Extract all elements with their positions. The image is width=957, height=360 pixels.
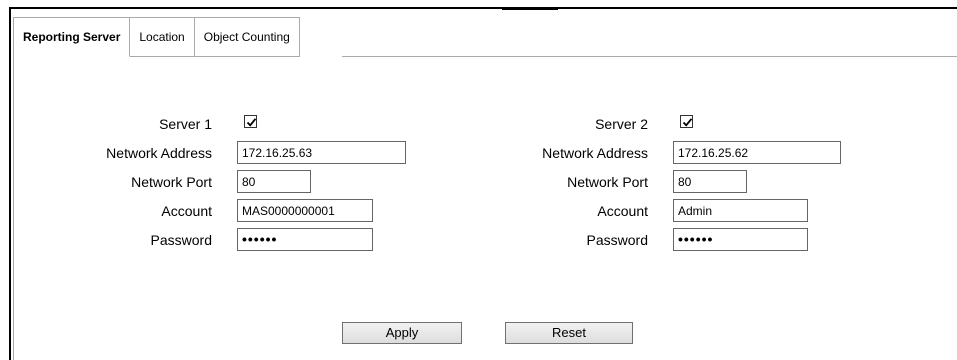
checkmark-icon	[682, 118, 693, 127]
tab-baseline	[342, 56, 957, 57]
server2-account-field[interactable]	[673, 199, 808, 222]
server2-password-field[interactable]: ••••••	[673, 228, 808, 251]
server1-port-field[interactable]	[237, 170, 311, 193]
server2-enable-checkbox[interactable]	[680, 115, 693, 128]
panel-left-border	[13, 56, 14, 360]
server1-password-field[interactable]: ••••••	[237, 228, 373, 251]
window-top-handle	[502, 7, 558, 10]
tab-bar: Reporting Server Location Object Countin…	[13, 17, 300, 58]
server2-address-field[interactable]	[673, 141, 841, 164]
server1-address-field[interactable]	[237, 141, 406, 164]
server2-port-label: Network Port	[567, 174, 648, 190]
apply-button[interactable]: Apply	[342, 322, 462, 344]
server1-port-label: Network Port	[131, 174, 212, 190]
server1-address-label: Network Address	[106, 145, 212, 161]
server1-account-field[interactable]	[237, 199, 373, 222]
checkmark-icon	[246, 118, 257, 127]
reset-button[interactable]: Reset	[505, 322, 633, 344]
server2-label: Server 2	[595, 116, 648, 132]
tab-location[interactable]: Location	[130, 18, 195, 57]
server1-label: Server 1	[159, 116, 212, 132]
server2-account-label: Account	[597, 203, 648, 219]
server2-port-field[interactable]	[673, 170, 747, 193]
server1-password-label: Password	[150, 232, 212, 248]
server1-enable-checkbox[interactable]	[244, 115, 257, 128]
server1-account-label: Account	[161, 203, 212, 219]
server2-address-label: Network Address	[542, 145, 648, 161]
tab-object-counting[interactable]: Object Counting	[194, 18, 300, 57]
tab-reporting-server[interactable]: Reporting Server	[13, 18, 131, 57]
server2-password-label: Password	[586, 232, 648, 248]
